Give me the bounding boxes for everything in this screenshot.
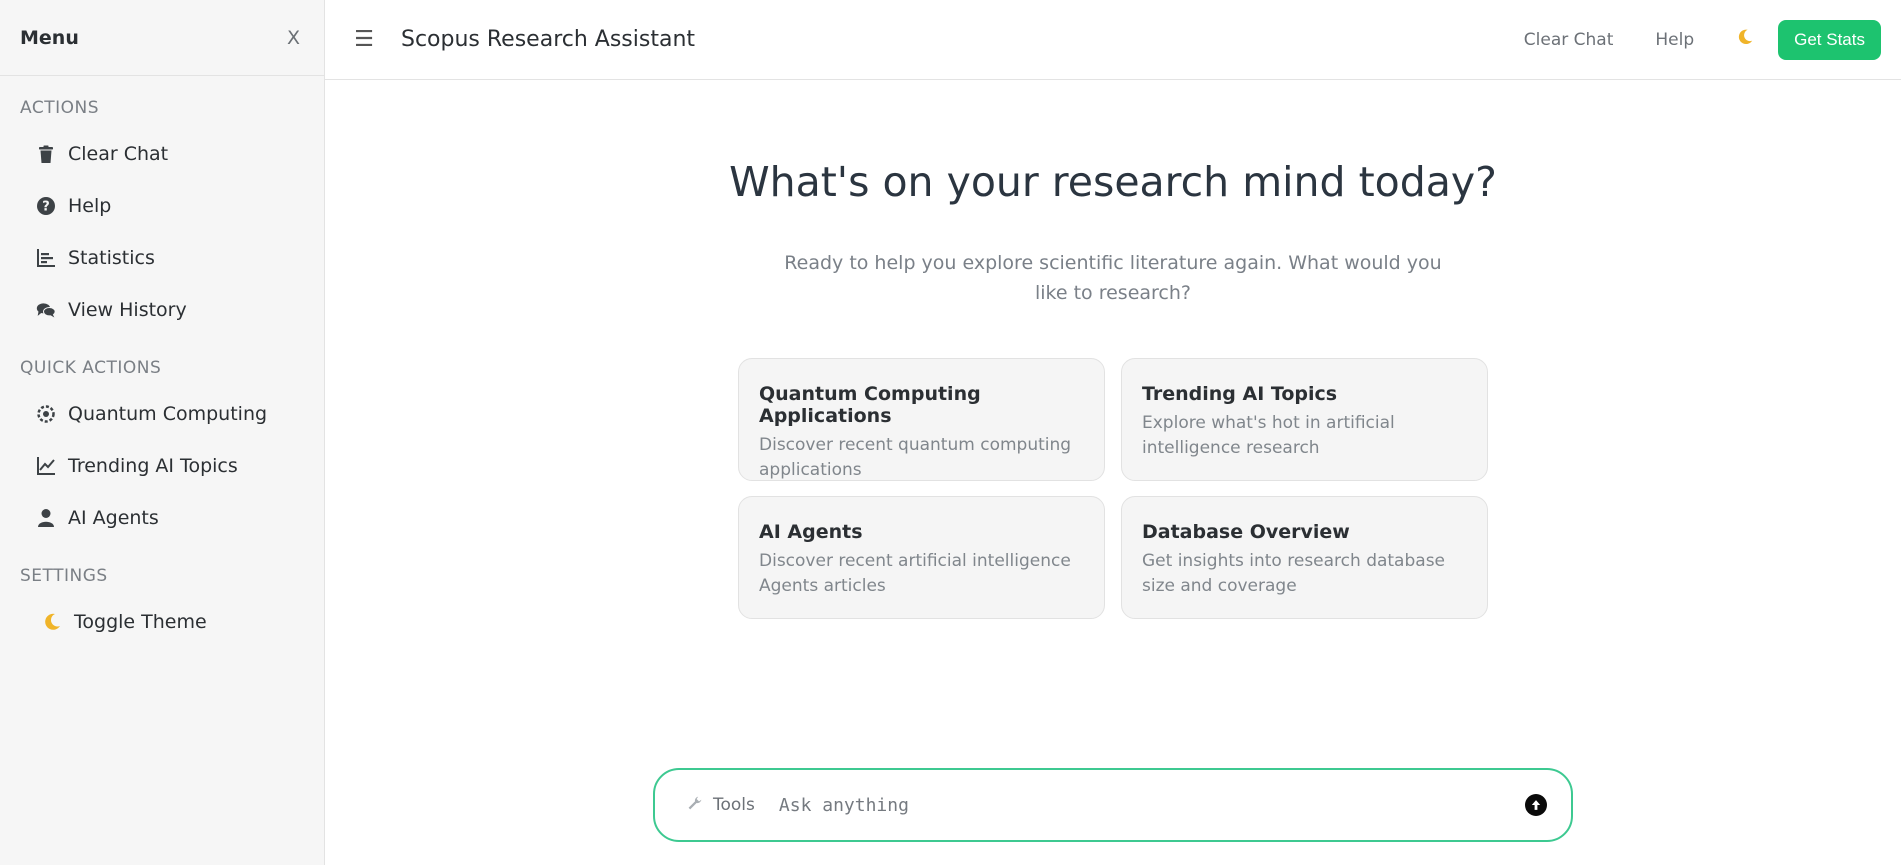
get-stats-button[interactable]: Get Stats [1778, 19, 1881, 60]
card-title: Quantum Computing Applications [759, 383, 981, 427]
card-description: Discover recent quantum computing applic… [759, 435, 1072, 480]
sidebar-item-clear-chat[interactable]: Clear Chat [20, 128, 304, 180]
sidebar-item-label: Statistics [68, 247, 155, 269]
card-title: AI Agents [759, 521, 863, 543]
svg-text:?: ? [42, 200, 50, 215]
suggestion-card-ai-agents[interactable]: AI Agents Discover recent artificial int… [738, 496, 1105, 619]
suggestion-card-quantum-computing[interactable]: Quantum Computing Applications Discover … [738, 358, 1105, 481]
sidebar-item-label: Clear Chat [68, 143, 169, 165]
sidebar-item-ai-agents[interactable]: AI Agents [20, 492, 304, 544]
sidebar-item-label: Trending AI Topics [68, 455, 238, 477]
question-circle-icon: ? [34, 194, 58, 218]
sidebar-section-actions: ACTIONS Clear Chat ? Help Statistics Vie… [0, 98, 324, 336]
sidebar-item-label: Quantum Computing [68, 403, 268, 425]
user-icon [34, 506, 58, 530]
sidebar-item-label: Toggle Theme [74, 611, 207, 633]
theme-toggle-moon-icon[interactable] [1736, 28, 1754, 51]
sidebar-item-help[interactable]: ? Help [20, 180, 304, 232]
moon-icon [40, 610, 64, 634]
card-description: Discover recent artificial intelligence … [759, 551, 1071, 596]
card-title: Trending AI Topics [1142, 383, 1338, 405]
send-button[interactable] [1525, 794, 1547, 816]
sidebar-title: Menu [20, 26, 79, 49]
sidebar: Menu X ACTIONS Clear Chat ? Help Statist… [0, 0, 325, 865]
wrench-icon [687, 795, 703, 815]
sidebar-item-label: View History [68, 299, 187, 321]
card-title: Database Overview [1142, 521, 1350, 543]
tools-label: Tools [713, 795, 755, 815]
sidebar-item-trending-ai-topics[interactable]: Trending AI Topics [20, 440, 304, 492]
sidebar-header: Menu X [0, 0, 324, 76]
top-bar: ☰ Scopus Research Assistant Clear Chat H… [325, 0, 1901, 80]
suggestion-card-database-overview[interactable]: Database Overview Get insights into rese… [1121, 496, 1488, 619]
hamburger-menu-icon[interactable]: ☰ [353, 27, 375, 52]
sidebar-section-settings: SETTINGS Toggle Theme [0, 566, 324, 648]
sidebar-item-quantum-computing[interactable]: Quantum Computing [20, 388, 304, 440]
line-chart-icon [34, 454, 58, 478]
sidebar-item-label: Help [68, 195, 112, 217]
sidebar-item-label: AI Agents [68, 507, 159, 529]
section-heading: ACTIONS [20, 98, 99, 118]
section-heading: QUICK ACTIONS [20, 358, 162, 378]
sidebar-item-toggle-theme[interactable]: Toggle Theme [20, 596, 304, 648]
sidebar-item-view-history[interactable]: View History [20, 284, 304, 336]
section-heading: SETTINGS [20, 566, 108, 586]
ask-input[interactable] [778, 794, 1509, 816]
sidebar-close-button[interactable]: X [287, 27, 300, 49]
tools-button[interactable]: Tools [687, 795, 755, 815]
page-subheading: Ready to help you explore scientific lit… [784, 252, 1442, 304]
sidebar-section-quick-actions: QUICK ACTIONS Quantum Computing Trending… [0, 358, 324, 544]
app-title: Scopus Research Assistant [401, 27, 696, 52]
page-heading: What's on your research mind today? [729, 158, 1497, 206]
atom-icon [34, 402, 58, 426]
help-link[interactable]: Help [1655, 30, 1694, 50]
suggestion-card-trending-ai[interactable]: Trending AI Topics Explore what's hot in… [1121, 358, 1488, 481]
top-bar-actions: Clear Chat Help Get Stats [1524, 19, 1881, 60]
card-description: Explore what's hot in artificial intelli… [1142, 413, 1395, 458]
clear-chat-link[interactable]: Clear Chat [1524, 30, 1614, 50]
trash-icon [34, 142, 58, 166]
arrow-up-icon [1531, 800, 1541, 810]
suggestion-cards: Quantum Computing Applications Discover … [738, 358, 1488, 619]
chat-composer: Tools [653, 768, 1573, 842]
card-description: Get insights into research database size… [1142, 551, 1446, 596]
bar-chart-icon [34, 246, 58, 270]
chat-bubbles-icon [34, 298, 58, 322]
sidebar-item-statistics[interactable]: Statistics [20, 232, 304, 284]
